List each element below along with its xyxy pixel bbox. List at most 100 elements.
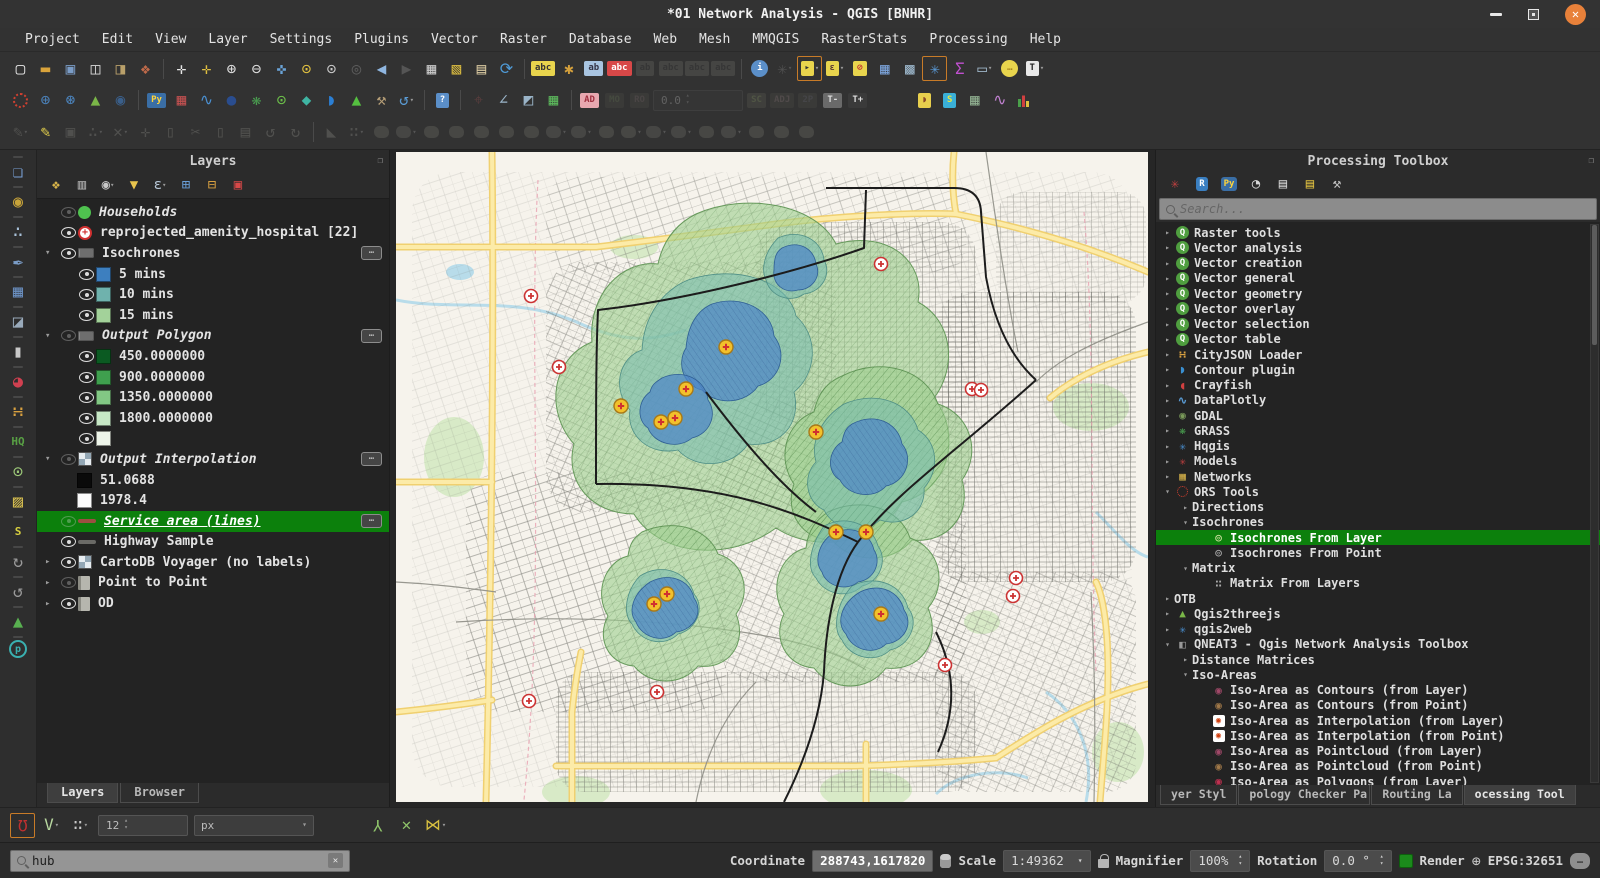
toolbox-item-qgis2threejs[interactable]: ▸▲Qgis2threejs (1156, 606, 1600, 621)
edit-label-button[interactable]: abc (710, 56, 736, 81)
move-feature-button[interactable]: ✛ (133, 120, 158, 145)
expander-icon[interactable]: ▸ (1161, 457, 1174, 466)
quickmapservices-button[interactable]: ◆ (294, 88, 319, 113)
toolbox-item-vector-creation[interactable]: ▸QVector creation (1156, 256, 1600, 271)
toolbox-item-vector-general[interactable]: ▸QVector general (1156, 271, 1600, 286)
open-attribute-table-button[interactable]: ▦ (872, 56, 897, 81)
layout-manager-button[interactable]: ◨ (108, 56, 133, 81)
attribute-table-add-button[interactable]: ▦ (962, 88, 987, 113)
filter-legend-button[interactable]: ▼ (123, 174, 145, 196)
toolbox-item-matrix[interactable]: ▾Matrix (1156, 561, 1600, 576)
mmqgis-grid-button[interactable]: ▦ (169, 88, 194, 113)
toolbox-item-iso-area-as-contours-from-point[interactable]: ◉Iso-Area as Contours (from Point) (1156, 698, 1600, 713)
field-calculator-button[interactable]: ▩ (897, 56, 922, 81)
menu-processing[interactable]: Processing (918, 30, 1018, 49)
zoom-in-button[interactable]: ⊕ (219, 56, 244, 81)
expander-icon[interactable]: ▸ (1161, 335, 1174, 344)
multi-edit-button[interactable] (794, 120, 819, 145)
expander-icon[interactable]: ▾ (45, 331, 59, 341)
cad-construction-button[interactable]: ⌖ (466, 88, 491, 113)
sld4raster-button[interactable]: S (937, 88, 962, 113)
streetview-plugin-button[interactable]: S (13, 516, 23, 543)
expander-icon[interactable]: ▸ (45, 557, 59, 567)
expander-icon[interactable]: ▸ (1161, 594, 1174, 603)
undo-panel-button[interactable]: ↺▾ (394, 88, 419, 113)
layer-item-od[interactable]: ▸OD (37, 593, 389, 614)
snap-units-button[interactable]: px▾ (193, 813, 315, 838)
layer-item-service-area-lines[interactable]: Service area (lines)⋯ (37, 511, 389, 532)
toolbox-item-iso-area-as-pointcloud-from-point[interactable]: ◉Iso-Area as Pointcloud (from Point) (1156, 759, 1600, 774)
render-checkbox[interactable] (1399, 854, 1413, 868)
toolbox-item-isochrones-from-point[interactable]: ◎Isochrones From Point (1156, 545, 1600, 560)
vertex-tool-button[interactable]: ∷▾ (344, 120, 369, 145)
advanced-digitizing-ad-button[interactable]: AD (577, 88, 602, 113)
menu-project[interactable]: Project (14, 30, 91, 49)
mode-2p-button[interactable]: 2P (795, 88, 820, 113)
fill-ring-button[interactable] (594, 120, 619, 145)
add-line-feature-button[interactable]: ✕▾ (108, 120, 133, 145)
toolbox-item-otb[interactable]: ▸OTB (1156, 591, 1600, 606)
magnifier-spinner[interactable]: 100%▴▾ (1190, 850, 1250, 872)
merge-attributes-button[interactable] (469, 120, 494, 145)
help-contents-button[interactable]: ? (430, 88, 455, 113)
zoom-full-button[interactable]: ✜ (269, 56, 294, 81)
toolbox-item-iso-area-as-interpolation-from-layer[interactable]: ◉Iso-Area as Interpolation (from Layer) (1156, 713, 1600, 728)
open-project-button[interactable]: ▬ (33, 56, 58, 81)
rotate-point-symbols-button[interactable] (744, 120, 769, 145)
text-bigger-button[interactable]: T+ (845, 88, 870, 113)
pan-map-button[interactable]: ✛ (169, 56, 194, 81)
visibility-eye-icon[interactable] (77, 431, 96, 446)
layer-diagram-button[interactable]: ✱ (556, 56, 581, 81)
layer-item-1978-4[interactable]: 1978.4 (37, 490, 389, 511)
delete-ring-button[interactable]: ▾ (619, 120, 644, 145)
reverse-line-button[interactable] (694, 120, 719, 145)
save-edits-button[interactable]: ▣ (58, 120, 83, 145)
flag-plugin-button[interactable]: ◕ (13, 366, 23, 393)
toolbox-item-ors-tools[interactable]: ▾ORS Tools (1156, 484, 1600, 499)
menu-rasterstats[interactable]: RasterStats (810, 30, 918, 49)
visibility-eye-icon[interactable] (59, 596, 78, 611)
snapping-mode-button[interactable]: V▾ (39, 813, 64, 838)
toolbox-item-vector-geometry[interactable]: ▸QVector geometry (1156, 286, 1600, 301)
remove-layer-button[interactable]: ▣ (227, 174, 249, 196)
float-panel-icon[interactable]: ❐ (1589, 156, 1594, 166)
layer-item-15-mins[interactable]: 15 mins (37, 305, 389, 326)
tab-pology-checker-pa[interactable]: pology Checker Pa (1238, 785, 1370, 805)
zoom-to-selection-button[interactable]: ⊙ (294, 56, 319, 81)
rotate-feature-button[interactable] (494, 120, 519, 145)
offset-curve-button[interactable]: ▾ (669, 120, 694, 145)
bucket-plugin-button[interactable]: ▮ (13, 336, 23, 363)
expander-icon[interactable]: ▾ (1179, 518, 1192, 527)
locator-search[interactable]: ✕ (10, 850, 350, 872)
layer-item-isochrones[interactable]: ▾Isochrones⋯ (37, 243, 389, 264)
layer-item-output-interpolation[interactable]: ▾Output Interpolation⋯ (37, 449, 389, 470)
azimuth-tool-button[interactable]: ∠ (491, 88, 516, 113)
zoom-out-button[interactable]: ⊖ (244, 56, 269, 81)
toolbox-item-vector-table[interactable]: ▸QVector table (1156, 332, 1600, 347)
text-smaller-button[interactable]: T- (820, 88, 845, 113)
scale-select[interactable]: 1:49362▾ (1003, 850, 1091, 872)
ors-tools-button[interactable] (8, 88, 33, 113)
layer-item-1800-0000000[interactable]: 1800.0000000 (37, 408, 389, 429)
expander-icon[interactable]: ▸ (1161, 228, 1174, 237)
toolbox-item-vector-overlay[interactable]: ▸QVector overlay (1156, 301, 1600, 316)
expander-icon[interactable]: ▸ (1179, 503, 1192, 512)
refresh-attributes-button[interactable]: ▦ (541, 88, 566, 113)
extents-toggle-icon[interactable] (940, 854, 951, 868)
toolbox-item-iso-areas[interactable]: ▾Iso-Areas (1156, 667, 1600, 682)
history-button[interactable]: ◔ (1245, 173, 1267, 195)
expander-icon[interactable]: ▸ (1161, 320, 1174, 329)
menu-vector[interactable]: Vector (420, 30, 489, 49)
toolbox-item-qneat3-qgis-network-analysis-toolbox[interactable]: ▾◧QNEAT3 - Qgis Network Analysis Toolbox (1156, 637, 1600, 652)
grass-tools-button[interactable]: ❋ (244, 88, 269, 113)
lock-scale-icon[interactable] (1098, 859, 1109, 868)
self-snapping-button[interactable]: ⋈▾ (423, 813, 448, 838)
python-console-button[interactable]: Py (144, 88, 169, 113)
change-label-button[interactable]: abc (684, 56, 710, 81)
toolbox-item-dataplotly[interactable]: ▸∿DataPlotly (1156, 393, 1600, 408)
toolbox-item-matrix-from-layers[interactable]: ∷Matrix From Layers (1156, 576, 1600, 591)
statistics-summary-button[interactable]: Σ (947, 56, 972, 81)
add-wms-layer-button[interactable]: ⊕ (33, 88, 58, 113)
toolbox-item-grass[interactable]: ▸❋GRASS (1156, 423, 1600, 438)
maximize-button[interactable] (1528, 9, 1539, 20)
